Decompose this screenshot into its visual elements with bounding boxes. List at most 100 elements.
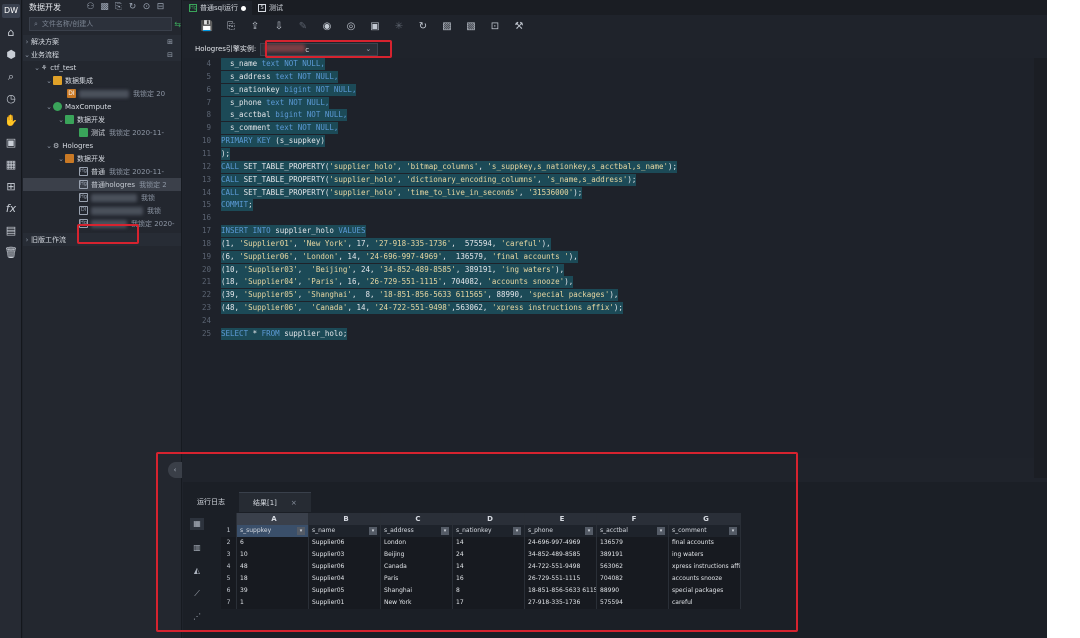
code-token: INSERT INTO: [221, 226, 276, 236]
save-as-icon[interactable]: ⎘: [219, 20, 243, 34]
new-file-icon[interactable]: ⎘: [114, 2, 123, 12]
tree-item-maxcompute[interactable]: ⌄ MaxCompute: [23, 100, 181, 113]
code-token: supplier_holo;: [284, 328, 348, 338]
tree-item-holo-node-selected[interactable]: Hg 普通hologres 我锁定 2: [23, 178, 181, 191]
sql-code-editor[interactable]: 4 s_name text NOT NULL, 5 s_address text …: [183, 58, 1047, 458]
clock-icon[interactable]: ◷: [4, 92, 18, 106]
annotation-box-tree-item: [77, 224, 139, 244]
code-token: , 17,: [347, 238, 375, 248]
trash-icon[interactable]: 🗑: [4, 246, 18, 260]
tree-section-solutions[interactable]: › 解决方案 ⊞: [23, 35, 181, 48]
cube-icon[interactable]: ⬢: [4, 48, 18, 62]
tree-item-integration-node[interactable]: DI 我锁定 20: [23, 87, 181, 100]
more-tools-icon[interactable]: ⚒: [507, 20, 531, 34]
code-token: 'ing waters': [500, 264, 556, 274]
deploy-icon[interactable]: ✳: [387, 20, 411, 34]
code-token: );: [613, 303, 623, 313]
steal-lock-icon[interactable]: ✎: [291, 20, 315, 34]
tab-test[interactable]: S 测试: [252, 1, 289, 15]
code-token: ,: [297, 277, 307, 287]
tree-item-ctf-test[interactable]: ⌄ ⚘ ctf_test: [23, 61, 181, 74]
table-icon[interactable]: ▦: [4, 158, 18, 172]
grid-icon[interactable]: ⊞: [167, 38, 173, 46]
operations-icon[interactable]: ▧: [459, 20, 483, 34]
briefcase-icon[interactable]: ▣: [4, 136, 18, 150]
code-token: '27-918-335-1736': [374, 238, 452, 248]
hand-icon[interactable]: ✋: [4, 114, 18, 128]
editor-tab-bar: Hg 普通sql运行 S 测试: [183, 0, 1047, 15]
tree-item-test[interactable]: 测试 我锁定 2020-11-: [23, 126, 181, 139]
code-token: ),: [555, 264, 565, 274]
line-number: 6: [206, 84, 211, 94]
run-params-icon[interactable]: ◎: [339, 20, 363, 34]
line-number: 22: [201, 290, 211, 300]
line-number: 5: [206, 71, 211, 81]
editor-toolbar: 💾 ⎘ ⇪ ⇩ ✎ ◉ ◎ ▣ ✳ ↻ ▨ ▧ ⊡ ⚒: [183, 15, 1047, 39]
tab-sql-run[interactable]: Hg 普通sql运行: [183, 1, 253, 15]
code-token: 's_suppkey,s_nationkey,s_acctbal,s_name': [487, 161, 669, 171]
holo-sql-icon: Hg: [79, 193, 88, 202]
chevron-down-icon: ⌄: [58, 115, 64, 124]
code-text: (39, 'Supplier05', 'Shanghai', 8, '18-85…: [221, 289, 619, 302]
code-token: (18,: [221, 277, 244, 287]
tree-item-data-integration[interactable]: ⌄ 数据集成: [23, 74, 181, 87]
search-icon[interactable]: ⌕: [4, 70, 18, 84]
collapse-all-icon[interactable]: ⊟: [156, 2, 165, 12]
code-token: '31536000': [528, 187, 574, 197]
code-token: , 8,: [351, 290, 380, 300]
code-text: CALL SET_TABLE_PROPERTY('supplier_holo',…: [221, 160, 678, 173]
code-token: s_phone: [221, 97, 267, 107]
code-token: PRIMARY KEY: [221, 136, 276, 146]
user-icon[interactable]: ⚇: [86, 2, 95, 12]
code-text: CALL SET_TABLE_PROPERTY('supplier_holo',…: [221, 173, 637, 186]
reload-icon[interactable]: ↻: [411, 20, 435, 34]
chevron-down-icon: ⌄: [24, 50, 30, 59]
submit-icon[interactable]: ⇪: [243, 20, 267, 34]
tree-item-mc-data-dev[interactable]: ⌄ 数据开发: [23, 113, 181, 126]
tree-item-holo-node-1[interactable]: Hg 普通 我锁定 2020-11-: [23, 165, 181, 178]
code-token: (1,: [221, 238, 240, 248]
code-token: );: [627, 174, 637, 184]
home-icon[interactable]: ⌂: [4, 26, 18, 40]
grid-view-icon[interactable]: ▩: [100, 2, 109, 12]
editor-scrollbar[interactable]: [1034, 58, 1047, 478]
grid-icon[interactable]: ⊞: [4, 180, 18, 194]
function-icon[interactable]: fx: [4, 202, 18, 216]
file-search-input[interactable]: ⌕ 文件名称/创建人: [29, 17, 173, 31]
code-token: ,: [519, 187, 529, 197]
filter-icon[interactable]: ⇆: [174, 20, 181, 29]
code-token: s_name: [221, 59, 262, 68]
format-icon[interactable]: ▨: [435, 20, 459, 34]
stop-icon[interactable]: ▣: [363, 20, 387, 34]
code-token: 'Shanghai': [306, 290, 352, 300]
chevron-down-icon: ⌄: [46, 76, 52, 85]
tree-item-holo-node-4[interactable]: DI 我锁: [23, 204, 181, 217]
save-icon[interactable]: 💾: [195, 20, 219, 34]
app-logo[interactable]: DW: [2, 4, 20, 18]
code-token: ),: [564, 277, 574, 287]
sync-node-icon: DI: [67, 89, 76, 98]
code-token: s_acctbal: [221, 110, 276, 120]
query-icon[interactable]: ⊡: [483, 20, 507, 34]
tree-item-holo-node-3[interactable]: Hg 我锁: [23, 191, 181, 204]
tree-section-business-flow[interactable]: ⌄ 业务流程 ⊟: [23, 48, 181, 61]
run-icon[interactable]: ◉: [315, 20, 339, 34]
refresh-icon[interactable]: ↻: [128, 2, 137, 12]
code-token: COMMIT: [221, 200, 249, 210]
locate-icon[interactable]: ⊙: [142, 2, 151, 12]
terminal-icon[interactable]: ▤: [4, 224, 18, 238]
line-number: 16: [201, 213, 211, 223]
tree-item-holo-data-dev[interactable]: ⌄ 数据开发: [23, 152, 181, 165]
folder-icon: [65, 115, 74, 124]
code-token: 'careful': [500, 238, 542, 248]
line-number: 14: [201, 187, 211, 197]
tree-item-hologres[interactable]: ⌄ ⚙ Hologres: [23, 139, 181, 152]
panel-title: 数据开发: [29, 2, 61, 12]
folder-icon: [65, 154, 74, 163]
chevron-down-icon: ⌄: [46, 141, 52, 150]
code-token: 'bitmap_columns': [406, 161, 479, 171]
line-number: 15: [201, 200, 211, 210]
submit-unlock-icon[interactable]: ⇩: [267, 20, 291, 34]
folder-add-icon[interactable]: ⊟: [167, 51, 173, 59]
code-token: s_comment: [221, 123, 276, 133]
